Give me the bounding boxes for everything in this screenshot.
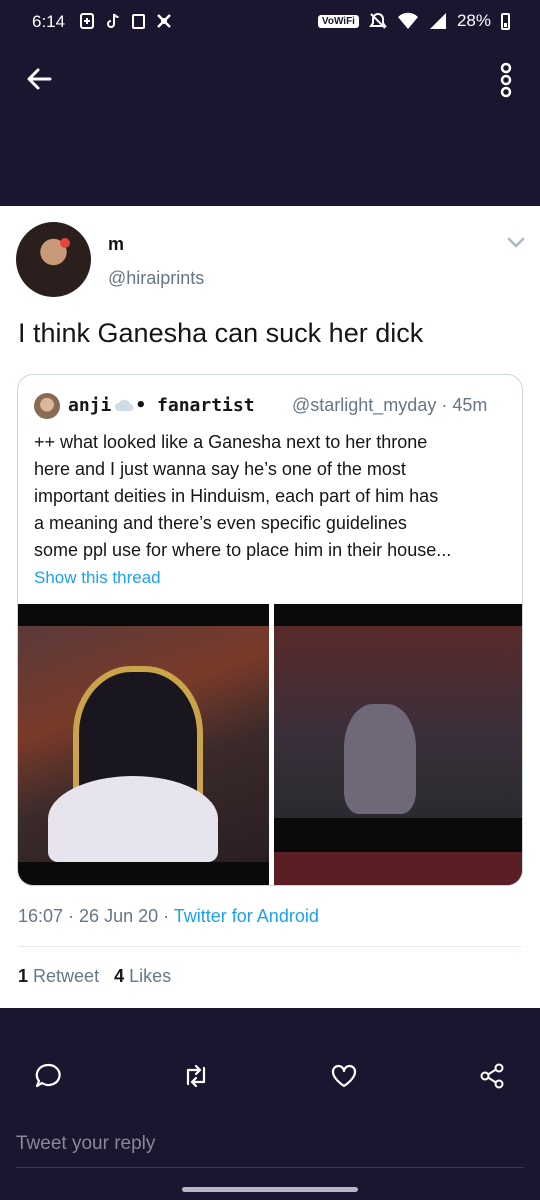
quoted-avatar (34, 393, 60, 419)
quoted-author-name: anji • fanartist (68, 395, 255, 416)
chevron-down-icon[interactable] (506, 236, 526, 250)
signal-icon (429, 13, 446, 29)
battery-percent: 28% (456, 11, 491, 30)
gesture-nav-pill[interactable] (182, 1187, 358, 1192)
avatar[interactable] (16, 222, 91, 297)
share-icon[interactable] (478, 1062, 506, 1090)
quoted-name-text: anji (68, 395, 112, 416)
retweets-count[interactable]: 1 (18, 966, 28, 986)
tweet-text: I think Ganesha can suck her dick (18, 318, 424, 348)
dress-shape (48, 776, 218, 862)
reply-underline (16, 1167, 524, 1168)
app-bar (0, 48, 540, 206)
square-icon (132, 13, 145, 29)
status-bar: 6:14 VoWiFi 28% (0, 0, 540, 48)
tiktok-icon (107, 13, 119, 28)
likes-label[interactable]: Likes (129, 966, 171, 986)
arrow-left-icon[interactable] (22, 62, 56, 96)
media-image-statue[interactable] (274, 604, 522, 885)
notification-icons (80, 12, 173, 30)
tweet-source[interactable]: Twitter for Android (174, 906, 319, 926)
quoted-text-line: important deities in Hinduism, each part… (34, 486, 439, 506)
divider (18, 946, 522, 947)
flower-accent (60, 238, 70, 248)
tweet-time: 16:07 · 26 Jun 20 · (18, 906, 174, 926)
throne-scene (18, 626, 269, 862)
reply-icon[interactable] (34, 1062, 62, 1090)
quoted-tweet[interactable]: anji • fanartist @starlight_myday · 45m +… (17, 374, 523, 886)
retweets-label[interactable]: Retweet (33, 966, 99, 986)
mute-icon (369, 12, 387, 29)
quoted-text-line: here and I just wanna say he’s one of th… (34, 459, 406, 479)
wifi-icon (397, 12, 418, 29)
status-time: 6:14 (32, 12, 66, 31)
retweet-icon[interactable] (182, 1062, 210, 1090)
vowifi-badge: VoWiFi (317, 14, 359, 28)
show-thread-link[interactable]: Show this thread (34, 568, 161, 588)
tweet-detail: m @hiraiprints I think Ganesha can suck … (0, 206, 540, 1008)
battery-icon (501, 12, 510, 30)
media-image-throne[interactable] (18, 604, 269, 885)
tweet-stats: 1 Retweet 4 Likes (18, 966, 171, 987)
quoted-text-line: ++ what looked like a Ganesha next to he… (34, 432, 428, 452)
like-icon[interactable] (330, 1062, 358, 1090)
statue-shape (344, 704, 416, 814)
quoted-name-suffix: • fanartist (135, 395, 255, 416)
tweet-timestamp: 16:07 · 26 Jun 20 · Twitter for Android (18, 906, 319, 927)
cloud-icon (115, 399, 134, 411)
statue-scene (274, 626, 522, 818)
quoted-text-line: a meaning and there’s even specific guid… (34, 513, 407, 533)
quoted-text-line: some ppl use for where to place him in t… (34, 540, 452, 560)
media-strip (274, 852, 522, 885)
likes-count[interactable]: 4 (114, 966, 124, 986)
system-icons: VoWiFi 28% (317, 11, 510, 31)
quoted-text: ++ what looked like a Ganesha next to he… (34, 429, 508, 564)
more-vertical-icon[interactable] (494, 60, 518, 100)
reply-input[interactable]: Tweet your reply (16, 1133, 155, 1155)
author-handle[interactable]: @hiraiprints (108, 268, 204, 289)
quoted-handle: @starlight_myday · 45m (292, 395, 488, 415)
plus-box-icon (80, 13, 94, 29)
author-name[interactable]: m (108, 234, 124, 255)
action-bar (0, 1062, 540, 1102)
app-icon (157, 14, 171, 28)
